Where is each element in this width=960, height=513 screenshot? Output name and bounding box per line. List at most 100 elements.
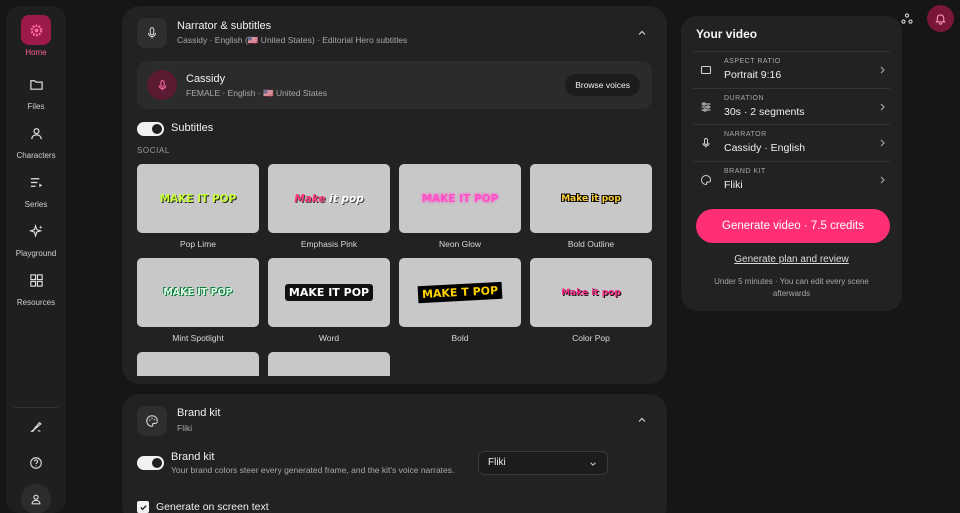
- style-name: Pop Lime: [180, 239, 216, 249]
- nav-resources[interactable]: Resources: [6, 265, 66, 307]
- style-preview: [268, 352, 390, 376]
- style-tile-partial[interactable]: [137, 352, 259, 376]
- chevron-right-icon: [880, 66, 885, 74]
- sparkle-icon: [21, 216, 51, 246]
- nav-characters[interactable]: Characters: [6, 118, 66, 160]
- brush-icon[interactable]: [21, 412, 51, 442]
- duration-value: 30s · 2 segments: [724, 106, 805, 118]
- nav-files[interactable]: Files: [6, 69, 66, 111]
- style-preview: MAKE T POP: [399, 258, 521, 327]
- brand-kit-desc: Your brand colors steer every generated …: [171, 465, 455, 475]
- subtitles-label: Subtitles: [171, 122, 214, 134]
- chevron-down-icon: [590, 462, 596, 466]
- grid-icon: [21, 265, 51, 295]
- palette-icon: [137, 406, 167, 436]
- nav-home[interactable]: Home: [6, 15, 66, 57]
- style-tile-bold[interactable]: MAKE T POP Bold: [399, 258, 521, 343]
- style-preview: Make it pop: [530, 258, 652, 327]
- nav-playground[interactable]: Playground: [6, 216, 66, 258]
- style-tile-emphasis-pink[interactable]: Make it pop Emphasis Pink: [268, 164, 390, 249]
- preview-rest: it pop: [325, 192, 364, 205]
- list-icon: [21, 167, 51, 197]
- narrator-caption: NARRATOR: [724, 131, 767, 138]
- nav-series-label: Series: [24, 200, 48, 209]
- style-tile-partial[interactable]: [268, 352, 390, 376]
- style-preview: [137, 352, 259, 376]
- style-name: Word: [318, 333, 340, 343]
- row-brand-kit[interactable]: BRAND KIT Fliki: [693, 161, 890, 197]
- chevron-right-icon: [880, 139, 885, 147]
- user-icon: [21, 118, 51, 148]
- style-preview: MAKE IT POP: [268, 258, 390, 327]
- subtitle-style-grid: MAKE IT POP Pop Lime Make it pop Emphasi…: [137, 164, 657, 376]
- notifications-bell-icon[interactable]: [927, 5, 954, 32]
- brand-kit-select-value: Fliki: [488, 457, 506, 468]
- browse-voices-button[interactable]: Browse voices: [565, 74, 640, 96]
- account-icon[interactable]: [21, 484, 51, 513]
- preview-text: Make it pop: [294, 193, 363, 205]
- sidebar-divider: [14, 407, 58, 408]
- style-preview: MAKE IT POP: [137, 258, 259, 327]
- aspect-ratio-icon: [697, 61, 714, 78]
- voice-mic-icon: [147, 70, 177, 100]
- voice-meta: FEMALE · English · 🇺🇸 United States: [186, 88, 327, 98]
- style-preview: MAKE IT POP: [137, 164, 259, 233]
- palette-icon: [697, 171, 714, 188]
- nav-playground-label: Playground: [15, 249, 57, 258]
- style-name: Neon Glow: [438, 239, 482, 249]
- nav-home-label: Home: [25, 48, 47, 57]
- preview-text: Make it pop: [561, 287, 621, 298]
- on-screen-text-label: Generate on screen text: [156, 501, 269, 513]
- aspect-ratio-caption: ASPECT RATIO: [724, 58, 781, 65]
- nav-characters-label: Characters: [16, 151, 56, 160]
- voice-selector-row[interactable]: Cassidy FEMALE · English · 🇺🇸 United Sta…: [137, 61, 652, 109]
- style-tile-neon-glow[interactable]: MAKE IT POP Neon Glow: [399, 164, 521, 249]
- style-name: Mint Spotlight: [172, 333, 224, 343]
- help-icon[interactable]: [21, 448, 51, 478]
- preview-text: Make it pop: [561, 193, 621, 204]
- sidebar: Home Files Characters Series Playground …: [6, 6, 66, 513]
- style-tile-mint-spotlight[interactable]: MAKE IT POP Mint Spotlight: [137, 258, 259, 343]
- brand-kit-caption: BRAND KIT: [724, 168, 766, 175]
- style-tile-pop-lime[interactable]: MAKE IT POP Pop Lime: [137, 164, 259, 249]
- brand-kit-value: Fliki: [724, 179, 743, 191]
- row-duration[interactable]: DURATION 30s · 2 segments: [693, 88, 890, 124]
- mic-icon: [697, 134, 714, 151]
- chevron-up-icon[interactable]: [637, 415, 647, 425]
- style-preview: MAKE IT POP: [399, 164, 521, 233]
- home-flower-icon: [21, 15, 51, 45]
- brand-kit-toggle[interactable]: [137, 456, 164, 470]
- generate-plan-link[interactable]: Generate plan and review: [681, 254, 902, 265]
- style-name: Bold: [451, 333, 469, 343]
- style-tile-word[interactable]: MAKE IT POP Word: [268, 258, 390, 343]
- preview-text: MAKE IT POP: [159, 192, 237, 205]
- generate-note: Under 5 minutes · You can edit every sce…: [714, 277, 869, 298]
- preview-text: MAKE IT POP: [421, 192, 499, 205]
- style-tile-bold-outline[interactable]: Make it pop Bold Outline: [530, 164, 652, 249]
- narrator-card-subtitle: Cassidy · English (🇺🇸 United States) · E…: [177, 35, 408, 45]
- style-name: Emphasis Pink: [300, 239, 358, 249]
- subtitles-toggle[interactable]: [137, 122, 164, 136]
- row-aspect-ratio[interactable]: ASPECT RATIO Portrait 9:16: [693, 51, 890, 87]
- on-screen-text-checkbox[interactable]: [137, 501, 149, 513]
- chevron-up-icon[interactable]: [637, 28, 647, 38]
- narrator-value: Cassidy · English: [724, 142, 806, 154]
- brand-kit-toggle-label: Brand kit: [171, 451, 215, 463]
- brand-kit-select[interactable]: Fliki: [478, 451, 608, 475]
- style-name: Bold Outline: [567, 239, 615, 249]
- row-narrator[interactable]: NARRATOR Cassidy · English: [693, 124, 890, 160]
- chevron-right-icon: [880, 103, 885, 111]
- preview-text: MAKE IT POP: [284, 284, 374, 301]
- narrator-card-title: Narrator & subtitles: [177, 20, 272, 32]
- aspect-ratio-value: Portrait 9:16: [724, 69, 782, 81]
- nav-series[interactable]: Series: [6, 167, 66, 209]
- chevron-right-icon: [880, 176, 885, 184]
- generate-video-button[interactable]: Generate video · 7.5 credits: [696, 209, 890, 243]
- mic-icon: [137, 18, 167, 48]
- preview-text: MAKE T POP: [417, 281, 503, 304]
- preview-text: MAKE IT POP: [163, 287, 233, 298]
- style-tile-color-pop[interactable]: Make it pop Color Pop: [530, 258, 652, 343]
- folder-icon: [21, 69, 51, 99]
- nav-files-label: Files: [27, 102, 45, 111]
- preview-emphasis: Make: [294, 192, 326, 205]
